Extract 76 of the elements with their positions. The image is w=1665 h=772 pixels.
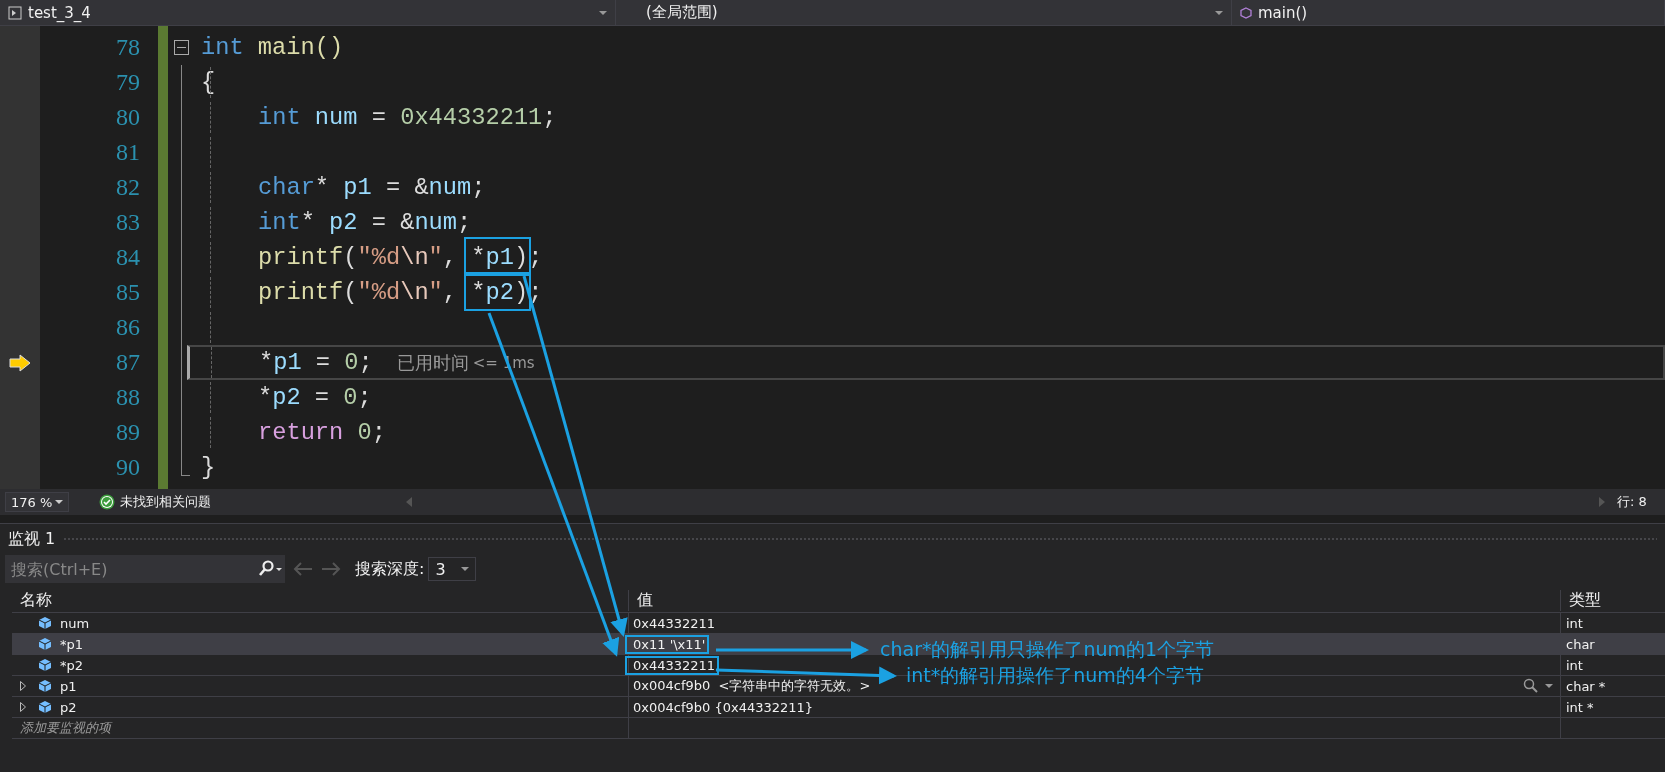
search-depth-label: 搜索深度:	[355, 558, 425, 580]
collapse-icon[interactable]	[174, 40, 189, 55]
caret-icon	[1215, 10, 1223, 15]
code-text: printf("%d\n",	[258, 279, 459, 306]
expand-icon[interactable]	[20, 702, 26, 712]
line-number: 83	[115, 208, 140, 237]
variable-icon	[38, 616, 52, 630]
line-position: 行: 8	[1617, 493, 1648, 511]
caret-icon	[461, 567, 470, 571]
watch-name: p1	[60, 678, 77, 694]
code-text: return 0;	[258, 419, 386, 446]
line-number: 82	[115, 173, 140, 202]
line-number: 85	[115, 278, 140, 307]
watch-type: char	[1566, 636, 1595, 652]
expand-icon[interactable]	[20, 681, 26, 691]
code-text: char* p1 = &num;	[258, 174, 486, 201]
column-header[interactable]: 类型	[1560, 589, 1665, 611]
column-header[interactable]: 值	[628, 589, 1560, 611]
watch-type: int	[1566, 615, 1583, 631]
code-text: *p1 = 0;	[259, 349, 373, 376]
add-watch-placeholder[interactable]: 添加要监视的项	[20, 719, 111, 737]
code-text: printf("%d\n",	[258, 244, 459, 271]
line-number: 90	[115, 453, 140, 482]
line-number: 79	[115, 68, 140, 97]
variable-icon	[38, 700, 52, 714]
code-text: {	[201, 69, 216, 96]
line-number: 89	[115, 418, 140, 447]
zoom-dropdown[interactable]: 176 %	[5, 492, 69, 512]
member-dropdown[interactable]: main()	[1232, 0, 1665, 25]
variable-icon	[38, 679, 52, 693]
line-number: 84	[115, 243, 140, 272]
watch-value: 0x004cf9b0 {0x44332211}	[633, 699, 814, 715]
watch-name: *p1	[60, 636, 84, 652]
code-text: }	[201, 454, 216, 481]
watch-name: num	[60, 615, 90, 631]
watch-value: 0x44332211	[633, 657, 716, 673]
search-depth-dropdown[interactable]: 3	[428, 557, 477, 581]
watch-value: 0x44332211	[633, 615, 716, 631]
variable-icon	[38, 637, 52, 651]
annotation-text: char*的解引用只操作了num的1个字节	[880, 638, 1215, 660]
variable-icon	[38, 658, 52, 672]
annotation-text: int*的解引用操作了num的4个字节	[906, 664, 1204, 686]
watch-type: char *	[1566, 678, 1606, 694]
cube-icon	[1240, 6, 1252, 19]
code-text: ;	[528, 244, 543, 271]
line-number: 88	[115, 383, 140, 412]
line-number: 80	[115, 103, 140, 132]
code-text: int num = 0x44332211;	[258, 104, 557, 131]
caret-icon	[55, 500, 63, 504]
project-icon	[8, 5, 22, 20]
line-number: 87	[115, 348, 140, 377]
code-text: int* p2 = &num;	[258, 209, 472, 236]
caret-icon	[599, 10, 607, 15]
issues-status[interactable]: 未找到相关问题	[120, 493, 211, 511]
watch-name: p2	[60, 699, 77, 715]
elapsed-time-label: 已用时间	[396, 350, 469, 375]
code-text: *p2)	[471, 279, 529, 306]
watch-value: 0x004cf9b0 <字符串中的字符无效。>	[633, 677, 871, 695]
watch-value: 0x11 '\x11'	[633, 636, 706, 652]
search-field[interactable]: 搜索(Ctrl+E)	[5, 555, 255, 583]
panel-title: 监视 1	[8, 528, 56, 550]
watch-type: int *	[1566, 699, 1594, 715]
watch-name: *p2	[60, 657, 84, 673]
code-text: int main()	[201, 34, 344, 61]
code-text: ;	[528, 279, 543, 306]
search-icon[interactable]	[255, 555, 285, 583]
watch-type: int	[1566, 657, 1583, 673]
line-number: 86	[115, 313, 140, 342]
code-text: *p2 = 0;	[258, 384, 372, 411]
line-number: 78	[115, 33, 140, 62]
check-circle-icon	[99, 494, 115, 510]
column-header[interactable]: 名称	[12, 589, 628, 611]
line-number: 81	[115, 138, 140, 167]
code-text: *p1)	[471, 244, 529, 271]
project-dropdown[interactable]: test_3_4	[0, 0, 616, 25]
scope-dropdown[interactable]: (全局范围)	[616, 0, 1232, 25]
